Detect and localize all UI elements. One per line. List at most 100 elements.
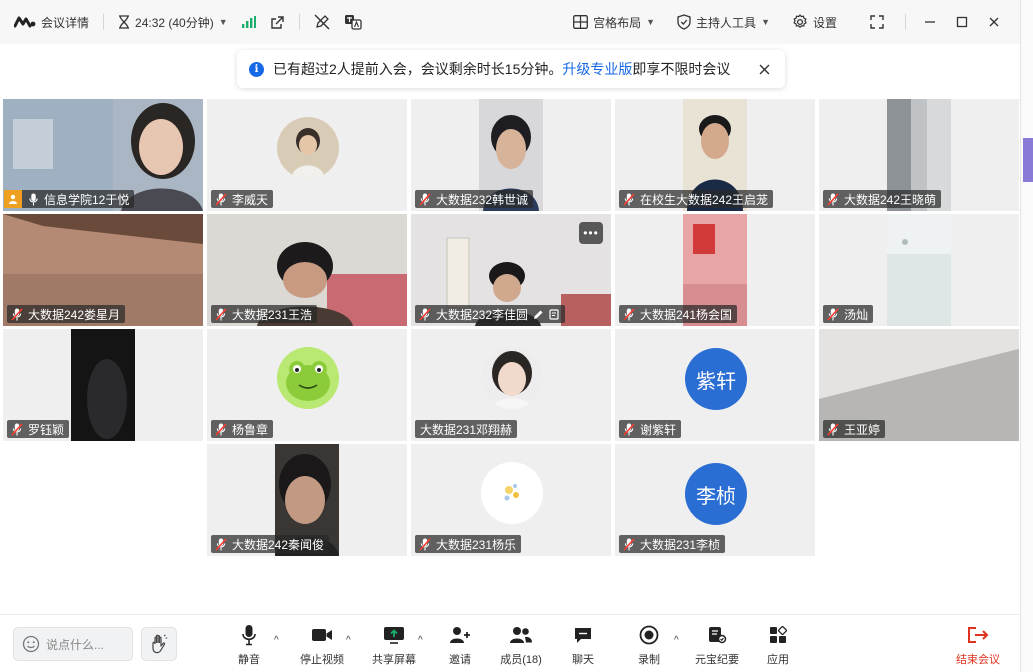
- apps-label: 应用: [767, 654, 789, 666]
- participant-tile[interactable]: 大数据242娄星月: [3, 214, 203, 326]
- mic-muted-icon: [418, 307, 432, 321]
- apps-button[interactable]: 应用: [748, 623, 808, 667]
- video-options-caret[interactable]: ^: [346, 635, 351, 646]
- participant-name: 大数据242秦闻俊: [232, 537, 325, 552]
- host-tools-button[interactable]: 主持人工具 ▼: [677, 14, 770, 31]
- tencent-meeting-logo-icon: [14, 16, 36, 28]
- translate-button[interactable]: [344, 14, 362, 30]
- meeting-timer[interactable]: 24:32 (40分钟) ▼: [118, 14, 228, 31]
- participant-tile[interactable]: 大数据231邓翔赫: [411, 329, 611, 441]
- chat-label: 聊天: [572, 654, 594, 666]
- more-options-button[interactable]: •••: [579, 222, 603, 244]
- external-share-icon: [270, 15, 284, 29]
- participant-tile[interactable]: ••• 大数据232李佳圆: [411, 214, 611, 326]
- participant-tile[interactable]: 汤灿: [819, 214, 1019, 326]
- participant-name: 李威天: [232, 192, 269, 207]
- quick-chat-input[interactable]: 说点什么...: [13, 627, 133, 661]
- record-button[interactable]: 录制: [619, 623, 679, 667]
- mic-muted-icon: [622, 537, 636, 551]
- mic-muted-icon: [214, 192, 228, 206]
- settings-label: 设置: [812, 15, 837, 30]
- participant-tile[interactable]: 李桢 大数据231李桢: [615, 444, 815, 556]
- participant-tile[interactable]: 大数据231王浩: [207, 214, 407, 326]
- invite-button[interactable]: 邀请: [430, 623, 490, 667]
- mute-options-caret[interactable]: ^: [274, 635, 279, 646]
- participant-name: 大数据242娄星月: [28, 307, 121, 322]
- mic-muted-icon: [418, 537, 432, 551]
- share-link-button[interactable]: [270, 15, 285, 30]
- share-options-caret[interactable]: ^: [418, 635, 423, 646]
- participant-video: [71, 329, 135, 441]
- title-bar: 会议详情 24:32 (40分钟) ▼ 宫格布局 ▼ 主持人工具 ▼ 设置: [0, 0, 1020, 44]
- participant-name: 汤灿: [844, 307, 869, 322]
- rename-pen-icon[interactable]: [533, 309, 544, 320]
- participant-nametag: 王亚婷: [823, 420, 886, 438]
- participant-tile[interactable]: 大数据241杨会国: [615, 214, 815, 326]
- grid-layout-button[interactable]: 宫格布局 ▼: [573, 14, 655, 31]
- participant-nametag: 大数据232韩世诚: [415, 190, 534, 208]
- members-button[interactable]: 成员(18): [491, 623, 551, 667]
- participant-tile[interactable]: 在校生大数据242王启茏: [615, 99, 815, 211]
- participant-tile[interactable]: 王亚婷: [819, 329, 1019, 441]
- stop-video-button[interactable]: 停止视频: [292, 623, 352, 667]
- video-grid: 信息学院12于悦 李威天 大数据232韩世诚 在校生大数据242王启茏 大数据2…: [0, 96, 1020, 614]
- meeting-info-label: 会议详情: [41, 15, 90, 30]
- invite-user-icon: [450, 627, 470, 643]
- participant-nametag: 大数据242娄星月: [7, 305, 126, 323]
- notice-close-button[interactable]: [755, 60, 773, 78]
- meeting-info-button[interactable]: 会议详情: [14, 14, 89, 31]
- whiteboard-off-button[interactable]: [314, 14, 330, 30]
- participant-tile[interactable]: 信息学院12于悦: [3, 99, 203, 211]
- mute-button[interactable]: 静音: [219, 623, 279, 667]
- mic-muted-icon: [418, 192, 432, 206]
- participant-name: 大数据232李佳圆: [436, 307, 529, 322]
- close-window-button[interactable]: [980, 8, 1008, 36]
- participant-name: 大数据241杨会国: [640, 307, 733, 322]
- raise-hand-icon: [152, 634, 168, 654]
- participant-nametag: 大数据241杨会国: [619, 305, 738, 323]
- participant-tile[interactable]: 大数据242秦闻俊: [207, 444, 407, 556]
- maximize-button[interactable]: [948, 8, 976, 36]
- participant-tile[interactable]: 大数据232韩世诚: [411, 99, 611, 211]
- microphone-icon: [26, 192, 40, 206]
- yuanbao-summary-button[interactable]: 元宝纪要: [687, 623, 747, 667]
- chat-button[interactable]: 聊天: [553, 623, 613, 667]
- gear-icon: [793, 14, 807, 29]
- maximize-icon: [956, 16, 968, 28]
- participant-name: 信息学院12于悦: [44, 192, 130, 207]
- participant-avatar: [481, 347, 543, 409]
- participant-tile[interactable]: 大数据242王晓萌: [819, 99, 1019, 211]
- video-camera-icon: [312, 629, 332, 641]
- annotation-icon: [549, 308, 559, 320]
- minimize-button[interactable]: [916, 8, 944, 36]
- participant-tile[interactable]: 大数据231杨乐: [411, 444, 611, 556]
- participant-name: 大数据231李桢: [640, 537, 721, 552]
- participant-nametag: 罗钰颖: [7, 420, 70, 438]
- host-tools-label: 主持人工具: [696, 15, 757, 30]
- timer-text: 24:32 (40分钟): [135, 15, 214, 30]
- mic-muted-icon: [826, 422, 840, 436]
- end-meeting-button[interactable]: 结束会议: [948, 623, 1008, 667]
- adjacent-window-edge: [1020, 0, 1033, 672]
- raise-hand-button[interactable]: [141, 627, 177, 661]
- participant-nametag: 大数据232李佳圆: [415, 305, 566, 323]
- upgrade-link[interactable]: 升级专业版: [562, 59, 632, 79]
- members-label: 成员(18): [500, 654, 542, 666]
- share-screen-button[interactable]: 共享屏幕: [364, 623, 424, 667]
- grid-layout-label: 宫格布局: [593, 15, 642, 30]
- participant-tile[interactable]: 杨鲁章: [207, 329, 407, 441]
- participant-nametag: 大数据231李桢: [619, 535, 726, 553]
- share-screen-label: 共享屏幕: [372, 654, 416, 666]
- fullscreen-icon: [870, 15, 884, 29]
- adjacent-window-tab[interactable]: [1023, 138, 1033, 182]
- settings-button[interactable]: 设置: [792, 14, 837, 31]
- fullscreen-button[interactable]: [863, 8, 891, 36]
- chat-placeholder: 说点什么...: [46, 637, 105, 652]
- participant-tile[interactable]: 罗钰颖: [3, 329, 203, 441]
- mic-muted-icon: [10, 307, 24, 321]
- record-options-caret[interactable]: ^: [674, 635, 679, 646]
- participant-tile[interactable]: 紫轩 谢紫轩: [615, 329, 815, 441]
- participant-nametag: 在校生大数据242王启茏: [619, 190, 774, 208]
- participant-tile[interactable]: 李威天: [207, 99, 407, 211]
- network-signal-button[interactable]: [241, 16, 256, 28]
